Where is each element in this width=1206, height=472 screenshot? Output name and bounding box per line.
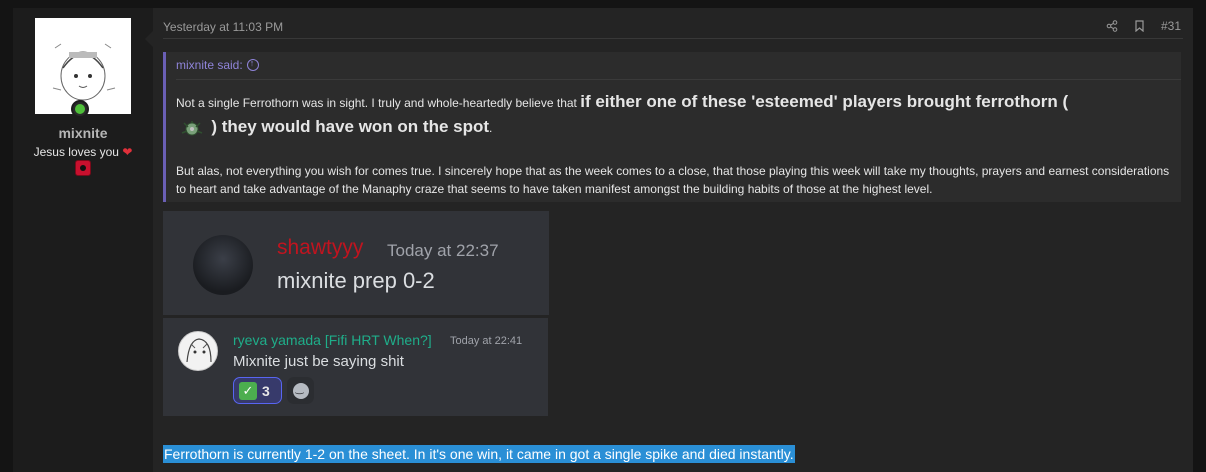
quote-paragraph-2: But alas, not everything you wish for co… [176, 164, 1170, 196]
online-status-icon [71, 100, 89, 118]
discord-message-1: mixnite prep 0-2 [277, 268, 435, 293]
discord-timestamp-2: Today at 22:41 [450, 335, 523, 347]
quote-text-part1: Not a single Ferrothorn was in sight. I … [176, 96, 581, 110]
reaction-count: 3 [262, 382, 270, 399]
share-icon[interactable] [1106, 20, 1118, 32]
discord-username-1: shawtyyy [277, 236, 364, 259]
discord-username-2: ryeva yamada [Fifi HRT When?] [233, 332, 432, 348]
discord-screenshot-1: shawtyyy Today at 22:37 mixnite prep 0-2 [163, 211, 549, 315]
ferrothorn-sprite-icon [176, 119, 208, 139]
discord-message-2: Mixnite just be saying shit [233, 353, 404, 370]
username[interactable]: mixnite [13, 125, 153, 141]
reaction-checkmark: ✓ 3 [233, 377, 282, 404]
post-number-link[interactable]: #31 [1161, 19, 1181, 33]
discord-screenshot-2: ryeva yamada [Fifi HRT When?] Today at 2… [163, 318, 548, 416]
user-title: Jesus loves you ❤ [13, 145, 153, 159]
discord-timestamp-1: Today at 22:37 [387, 241, 499, 260]
jump-to-quote-icon[interactable] [246, 58, 259, 71]
user-title-text: Jesus loves you [33, 145, 119, 159]
quote-author[interactable]: mixnite said: [176, 58, 243, 72]
quote-block: mixnite said: Not a single Ferrothorn wa… [163, 52, 1181, 202]
post-date[interactable]: Yesterday at 11:03 PM [163, 20, 283, 34]
user-flair-icon [75, 160, 91, 176]
heart-icon: ❤ [122, 145, 133, 159]
checkmark-emoji-icon: ✓ [239, 381, 257, 400]
bookmark-icon[interactable] [1134, 20, 1145, 32]
discord-avatar-2 [178, 331, 218, 371]
quote-bold-part1: if either one of these 'esteemed' player… [580, 92, 1069, 111]
discord-avatar-1 [193, 235, 253, 295]
quote-header[interactable]: mixnite said: [176, 58, 1181, 80]
post-body-text: Ferrothorn is currently 1-2 on the sheet… [163, 445, 795, 463]
header-divider [163, 38, 1183, 39]
quote-text-end: . [489, 121, 493, 135]
quote-bold-part2: ) they would have won on the spot [211, 117, 490, 136]
forum-post: mixnite Jesus loves you ❤ Yesterday at 1… [13, 8, 1193, 472]
quote-paragraph-1: Not a single Ferrothorn was in sight. I … [176, 90, 1166, 140]
user-info-panel: mixnite Jesus loves you ❤ [13, 8, 153, 472]
post-actions: #31 [1106, 19, 1181, 33]
add-reaction-icon [287, 377, 314, 404]
post-arrow [145, 30, 154, 48]
